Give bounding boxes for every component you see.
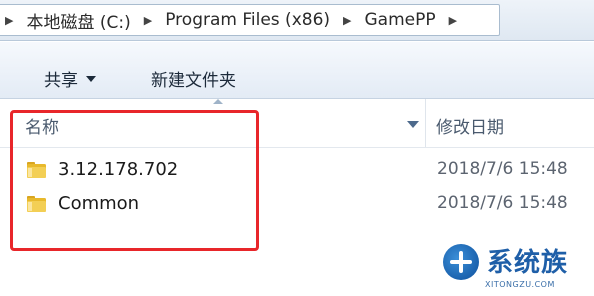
column-divider[interactable] — [425, 99, 426, 147]
breadcrumb-separator-icon[interactable]: ▶ — [0, 14, 22, 27]
share-label: 共享 — [44, 71, 78, 91]
watermark-brand: 系统族 — [487, 248, 569, 278]
file-date: 2018/7/6 15:48 — [437, 159, 568, 179]
column-dropdown-icon[interactable] — [407, 121, 419, 128]
breadcrumb-separator-icon[interactable]: ▶ — [135, 14, 161, 27]
sort-ascending-icon — [213, 99, 223, 104]
column-header-date-modified[interactable]: 修改日期 — [436, 113, 504, 138]
breadcrumb-local-disk[interactable]: 本地磁盘 (C:) — [22, 8, 134, 33]
share-button[interactable]: 共享 — [44, 66, 96, 91]
new-folder-label: 新建文件夹 — [151, 71, 236, 91]
chevron-down-icon — [86, 75, 96, 82]
file-date: 2018/7/6 15:48 — [437, 193, 568, 213]
red-highlight-box — [10, 110, 259, 251]
new-folder-button[interactable]: 新建文件夹 — [151, 66, 236, 91]
watermark-url: XITONGZU.COM — [485, 280, 555, 289]
command-toolbar: 共享 新建文件夹 — [0, 42, 594, 99]
watermark: 系统族 XITONGZU.COM — [437, 240, 594, 296]
watermark-logo-icon — [443, 244, 479, 280]
address-bar-area: ▶ 本地磁盘 (C:) ▶ Program Files (x86) ▶ Game… — [0, 0, 594, 41]
breadcrumb-separator-icon[interactable]: ▶ — [334, 14, 360, 27]
breadcrumb-program-files[interactable]: Program Files (x86) — [161, 10, 334, 30]
address-bar[interactable]: ▶ 本地磁盘 (C:) ▶ Program Files (x86) ▶ Game… — [0, 4, 500, 36]
breadcrumb-gamepp[interactable]: GamePP — [360, 10, 439, 30]
breadcrumb-separator-icon[interactable]: ▶ — [440, 14, 466, 27]
